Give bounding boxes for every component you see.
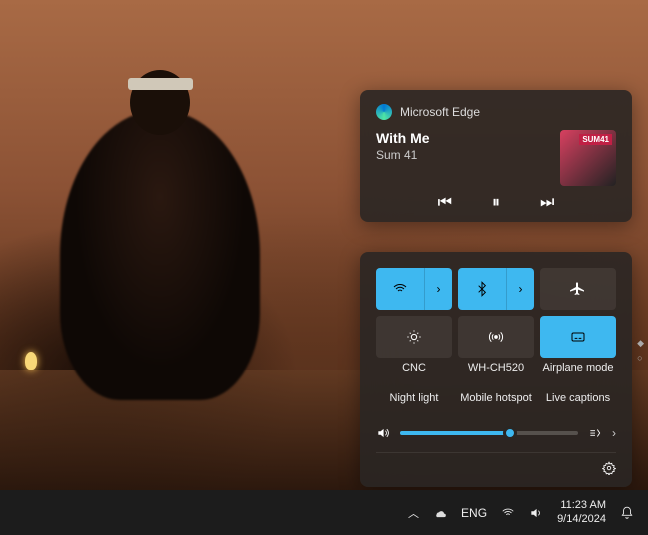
volume-slider[interactable] (400, 431, 578, 435)
wifi-label: CNC (376, 362, 452, 374)
volume-icon[interactable] (376, 426, 390, 440)
captions-icon (570, 329, 586, 345)
pause-button[interactable]: ⏸ (492, 194, 500, 212)
settings-icon[interactable] (602, 461, 616, 475)
nightlight-icon (406, 329, 422, 345)
wifi-expand[interactable]: › (424, 268, 452, 310)
edge-icon (376, 104, 392, 120)
media-source: Microsoft Edge (400, 105, 480, 119)
airplane-tile[interactable] (540, 268, 616, 310)
quick-settings-panel: › › CNC WH-CH520 Airplane mode Night lig… (360, 252, 632, 487)
next-button[interactable]: ⏭ (540, 194, 554, 212)
wifi-tile[interactable]: › (376, 268, 452, 310)
time: 11:23 AM (557, 499, 606, 512)
audio-output-expand[interactable]: › (612, 426, 616, 440)
date: 9/14/2024 (557, 513, 606, 526)
nightlight-tile[interactable] (376, 316, 452, 358)
language-indicator[interactable]: ENG (461, 506, 487, 520)
airplane-icon (570, 281, 586, 297)
nightlight-label: Night light (376, 392, 452, 404)
previous-button[interactable]: ⏮ (438, 194, 452, 212)
hotspot-label: Mobile hotspot (458, 392, 534, 404)
notifications-icon[interactable] (620, 506, 634, 520)
tray-wifi-icon[interactable] (501, 506, 515, 520)
track-title: With Me (376, 130, 430, 146)
wifi-icon (392, 281, 408, 297)
panel-pager[interactable]: ◆○ (637, 338, 644, 363)
bluetooth-label: WH-CH520 (458, 362, 534, 374)
hotspot-tile[interactable] (458, 316, 534, 358)
taskbar: ︿ ENG 11:23 AM 9/14/2024 (0, 490, 648, 535)
tray-overflow[interactable]: ︿ (408, 505, 419, 521)
track-artist: Sum 41 (376, 148, 430, 162)
clock[interactable]: 11:23 AM 9/14/2024 (557, 499, 606, 525)
album-art[interactable] (560, 130, 616, 186)
hotspot-icon (488, 329, 504, 345)
airplane-label: Airplane mode (540, 362, 616, 374)
captions-label: Live captions (540, 392, 616, 404)
tray-volume-icon[interactable] (529, 506, 543, 520)
onedrive-icon[interactable] (433, 506, 447, 520)
bluetooth-expand[interactable]: › (506, 268, 534, 310)
audio-output-button[interactable] (588, 426, 602, 440)
media-panel: Microsoft Edge With Me Sum 41 ⏮ ⏸ ⏭ (360, 90, 632, 222)
bluetooth-tile[interactable]: › (458, 268, 534, 310)
captions-tile[interactable] (540, 316, 616, 358)
bluetooth-icon (474, 281, 490, 297)
